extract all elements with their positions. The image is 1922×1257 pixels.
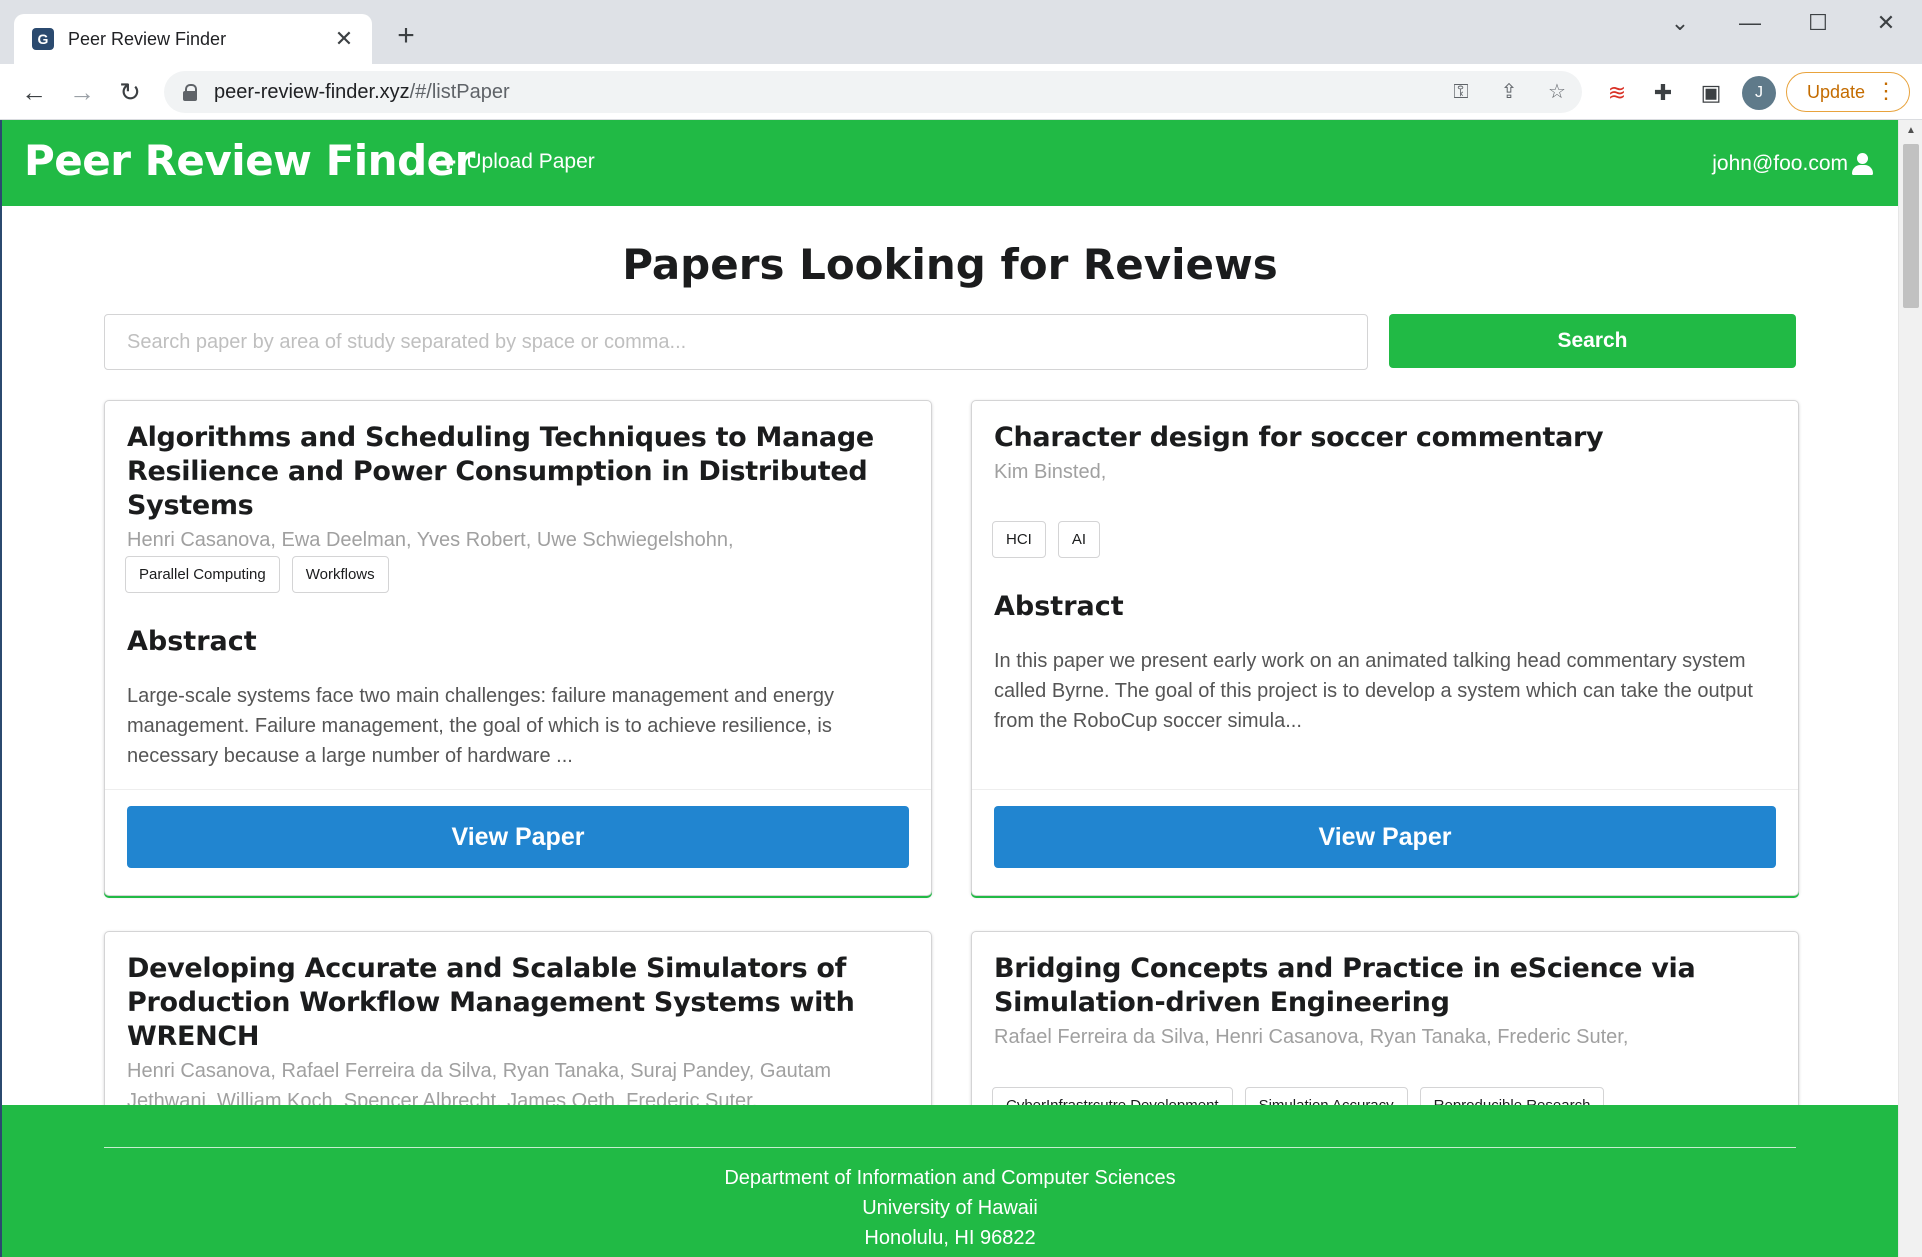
top-navbar: Peer Review Finder + Upload Paper john@f…	[2, 120, 1898, 206]
footer-address: Honolulu, HI 96822	[864, 1227, 1036, 1249]
browser-tab[interactable]: G Peer Review Finder ✕	[14, 14, 372, 64]
page-scrollbar[interactable]: ▲	[1898, 120, 1922, 1257]
plus-icon: +	[440, 146, 457, 177]
card-footer: View Paper	[105, 789, 931, 895]
update-label: Update	[1807, 81, 1866, 102]
tab-search-chevron-icon[interactable]: ⌄	[1660, 8, 1700, 38]
tag-label[interactable]: AI	[1057, 521, 1101, 558]
paper-title[interactable]: Bridging Concepts and Practice in eScien…	[994, 952, 1776, 1020]
abstract-text: In this paper we present early work on a…	[994, 650, 1753, 732]
abstract-heading: Abstract	[994, 591, 1124, 622]
key-icon[interactable]: ⚿	[1448, 79, 1474, 105]
paper-title[interactable]: Character design for soccer commentary	[994, 421, 1776, 455]
bookmark-star-icon[interactable]: ☆	[1544, 79, 1570, 105]
paper-card: Character design for soccer commentary K…	[971, 400, 1799, 896]
tab-close-icon[interactable]: ✕	[330, 26, 358, 52]
paper-authors: Henri Casanova, Ewa Deelman, Yves Robert…	[127, 529, 734, 551]
profile-avatar[interactable]: J	[1742, 76, 1776, 110]
user-menu[interactable]: john@foo.com	[1712, 152, 1873, 176]
reload-icon[interactable]: ↻	[114, 76, 146, 108]
paper-authors: Kim Binsted,	[994, 461, 1107, 483]
footer-department: Department of Information and Computer S…	[724, 1167, 1176, 1189]
upload-paper-label: Upload Paper	[466, 150, 595, 173]
paper-authors: Rafael Ferreira da Silva, Henri Casanova…	[994, 1026, 1629, 1048]
forward-arrow-icon[interactable]: →	[66, 76, 98, 108]
view-paper-button[interactable]: View Paper	[127, 806, 909, 868]
tab-title: Peer Review Finder	[68, 28, 227, 49]
tag-label[interactable]: Parallel Computing	[125, 556, 280, 593]
paper-card: Algorithms and Scheduling Techniques to …	[104, 400, 932, 896]
lock-icon[interactable]	[182, 84, 198, 101]
new-tab-plus-icon[interactable]: +	[390, 20, 422, 52]
tag-label[interactable]: Workflows	[291, 556, 389, 593]
user-email: john@foo.com	[1712, 152, 1848, 175]
footer-university: University of Hawaii	[862, 1197, 1038, 1219]
scroll-thumb[interactable]	[1903, 144, 1919, 308]
site-favicon-icon: G	[32, 28, 54, 50]
browser-toolbar: ← → ↻ peer-review-finder.xyz /#/listPape…	[0, 64, 1922, 120]
tag-label[interactable]: HCI	[992, 521, 1046, 558]
abstract-heading: Abstract	[127, 626, 257, 657]
brand-title[interactable]: Peer Review Finder	[24, 136, 475, 185]
paper-title[interactable]: Developing Accurate and Scalable Simulat…	[127, 952, 909, 1054]
search-input[interactable]	[104, 314, 1368, 370]
url-host: peer-review-finder.xyz	[214, 80, 410, 103]
card-footer: View Paper	[972, 789, 1798, 895]
upload-paper-link[interactable]: + Upload Paper	[440, 146, 595, 177]
window-close-icon[interactable]: ✕	[1866, 8, 1906, 38]
maximize-icon[interactable]: ☐	[1798, 8, 1838, 38]
page-viewport: Peer Review Finder + Upload Paper john@f…	[0, 120, 1922, 1257]
back-arrow-icon[interactable]: ←	[18, 76, 50, 108]
address-bar[interactable]: peer-review-finder.xyz /#/listPaper ⚿ ⇪ …	[164, 71, 1582, 113]
extensions-puzzle-icon[interactable]: ✚	[1648, 78, 1678, 108]
browser-tabstrip: G Peer Review Finder ✕ + ⌄ — ☐ ✕	[0, 0, 1922, 64]
kebab-menu-icon[interactable]: ⋮	[1875, 79, 1897, 103]
paper-title[interactable]: Algorithms and Scheduling Techniques to …	[127, 421, 909, 523]
scroll-up-arrow-icon[interactable]: ▲	[1899, 120, 1922, 142]
url-path: /#/listPaper	[409, 80, 510, 103]
side-panel-icon[interactable]: ▣	[1696, 78, 1726, 108]
abstract-text: Large-scale systems face two main challe…	[127, 685, 835, 767]
user-icon	[1852, 153, 1873, 175]
browser-update-button[interactable]: Update ⋮	[1786, 72, 1910, 112]
extension-stripes-icon[interactable]: ≋	[1602, 78, 1632, 108]
footer-divider	[104, 1147, 1796, 1148]
search-button[interactable]: Search	[1389, 314, 1796, 368]
share-icon[interactable]: ⇪	[1496, 79, 1522, 105]
minimize-icon[interactable]: —	[1730, 8, 1770, 38]
page-title: Papers Looking for Reviews	[622, 240, 1278, 289]
view-paper-button[interactable]: View Paper	[994, 806, 1776, 868]
page-footer: Department of Information and Computer S…	[2, 1105, 1898, 1257]
